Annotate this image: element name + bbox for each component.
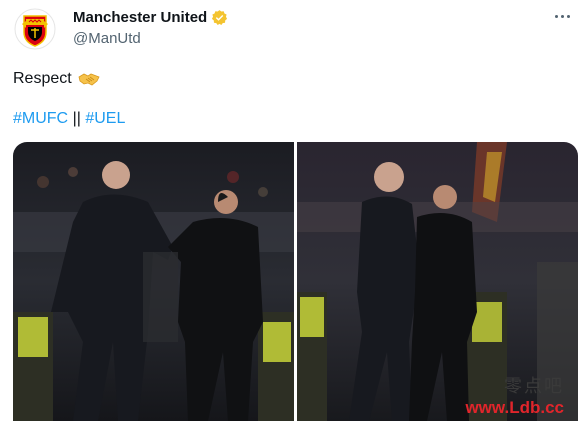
tweet-body: Respect bbox=[13, 70, 72, 87]
man-utd-crest-icon bbox=[14, 8, 56, 50]
hashtag-uel[interactable]: #UEL bbox=[85, 110, 125, 127]
hashtag-separator: || bbox=[72, 110, 81, 127]
avatar[interactable] bbox=[13, 7, 57, 51]
tweet-photo-2[interactable]: 零点吧 www.Ldb.cc bbox=[297, 142, 578, 421]
more-options-icon[interactable] bbox=[555, 12, 575, 20]
tweet-photo-1[interactable] bbox=[13, 142, 294, 421]
tweet-text: Respect bbox=[13, 70, 100, 88]
watermark: 零点吧 www.Ldb.cc bbox=[465, 372, 564, 418]
hashtag-line: #MUFC || #UEL bbox=[13, 110, 125, 128]
display-name[interactable]: Manchester United bbox=[73, 9, 207, 26]
account-handle[interactable]: @ManUtd bbox=[73, 30, 141, 47]
hashtag-mufc[interactable]: #MUFC bbox=[13, 110, 68, 127]
media-grid: 零点吧 www.Ldb.cc bbox=[13, 142, 578, 421]
verified-badge-icon bbox=[212, 10, 228, 26]
watermark-url: www.Ldb.cc bbox=[465, 398, 564, 417]
handshake-icon bbox=[78, 73, 100, 86]
photo-1-image bbox=[13, 142, 294, 421]
watermark-text: 零点吧 bbox=[504, 376, 564, 397]
account-name-row[interactable]: Manchester United bbox=[73, 9, 228, 26]
